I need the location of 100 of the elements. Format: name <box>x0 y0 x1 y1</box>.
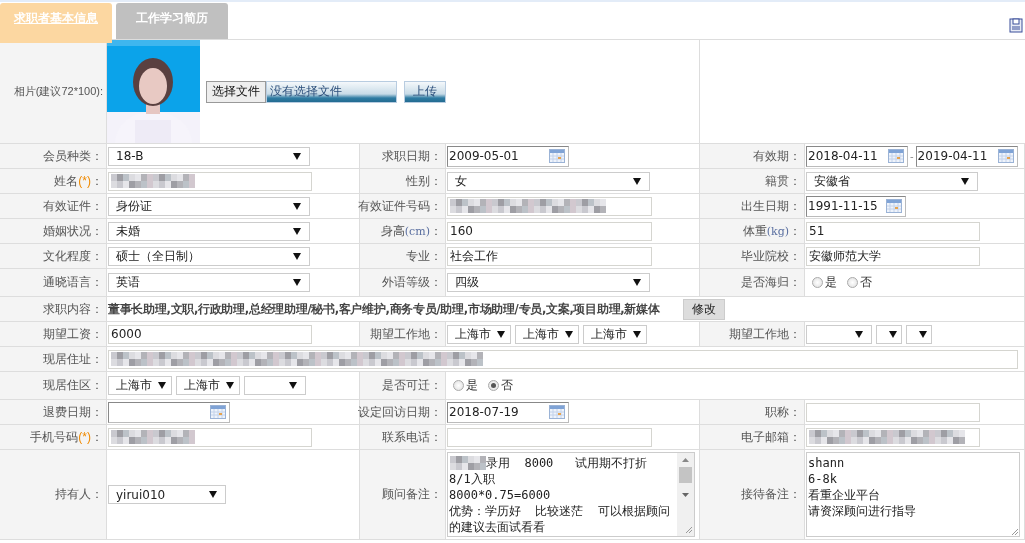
dropdown[interactable]: 上海市 <box>176 376 240 395</box>
dropdown[interactable]: 18-B <box>108 146 310 166</box>
caret-icon <box>293 252 301 260</box>
field-label: 是否可迁： <box>382 377 443 394</box>
input-field[interactable]: 安徽师范大学 <box>806 246 980 266</box>
field-label: 求职日期： <box>382 147 443 165</box>
caret-icon <box>961 177 969 185</box>
dropdown[interactable] <box>876 324 902 344</box>
scrollbar[interactable] <box>677 453 694 536</box>
field-label: 有效证件号码： <box>358 197 443 215</box>
radio-option[interactable]: 是 <box>453 377 478 394</box>
field-label: 有效期： <box>753 147 802 165</box>
field-label: 期望工作地： <box>370 325 443 343</box>
field-label: 相片(建议72*100): <box>13 84 104 99</box>
calendar-icon[interactable] <box>997 149 1014 163</box>
input-field[interactable]: 160 <box>447 221 652 241</box>
field-label: 文化程度： <box>43 247 104 265</box>
field-label: 出生日期： <box>741 197 802 215</box>
calendar-icon[interactable] <box>210 405 226 419</box>
field-label: 体重(kg)： <box>742 222 802 240</box>
date-field[interactable]: 2009-05-01 <box>447 145 569 167</box>
dropdown[interactable]: 上海市 <box>515 324 579 344</box>
field-label: 期望工资： <box>43 325 104 343</box>
field-label: 设定回访日期： <box>358 403 443 421</box>
input-field[interactable] <box>108 427 312 447</box>
input-field[interactable] <box>806 402 980 422</box>
input-field[interactable] <box>108 171 312 191</box>
date-field[interactable] <box>108 401 230 423</box>
resize-handle-icon[interactable] <box>1012 529 1018 535</box>
field-label: 会员种类： <box>43 147 104 165</box>
field-label: 现居住址： <box>43 350 104 368</box>
text-line: 优势：学历好 比较迷茫 可以根据顾问的建议去面试看看 <box>449 503 671 535</box>
text-line: 6-8k <box>808 471 838 487</box>
text-line: 8000*0.75=6000 <box>449 487 552 503</box>
input-field[interactable]: 社会工作 <box>447 246 652 266</box>
dropdown[interactable] <box>906 324 932 344</box>
dropdown[interactable]: 英语 <box>108 273 310 292</box>
field-label: 期望工作地： <box>729 325 802 343</box>
caret-icon <box>293 227 301 235</box>
caret-icon <box>889 330 897 338</box>
field-label: 求职内容： <box>43 300 104 318</box>
dropdown[interactable]: 上海市 <box>583 324 647 344</box>
radio-option[interactable]: 是 <box>812 274 837 291</box>
text-line: 8/1入职 <box>449 471 496 487</box>
save-icon[interactable] <box>1009 18 1023 33</box>
caret-icon <box>226 382 234 389</box>
text-area[interactable]: 录用 8000 试用期不打折 8/1入职 8000*0.75=6000 优势：学历好 比较迷茫 可以根据顾问的建议去面试看看 <box>447 452 695 537</box>
edit-button[interactable]: 修改 <box>683 298 726 320</box>
field-label: 是否海归： <box>741 274 802 291</box>
input-field[interactable]: 51 <box>806 221 980 241</box>
field-label: 职称： <box>765 403 802 421</box>
caret-icon <box>293 152 301 160</box>
dropdown[interactable]: 安徽省 <box>806 171 978 191</box>
field-label: 婚姻状况： <box>43 222 104 240</box>
caret-icon <box>289 382 297 389</box>
field-label: 专业： <box>406 247 443 265</box>
caret-icon <box>209 491 217 498</box>
input-field[interactable] <box>447 196 652 216</box>
field-label: 姓名(*)： <box>54 172 104 190</box>
field-label: 退费日期： <box>43 403 104 421</box>
date-separator: - <box>910 150 914 162</box>
field-label: 籍贯： <box>765 172 802 190</box>
dropdown[interactable]: 未婚 <box>108 221 310 241</box>
choose-file-button[interactable]: 选择文件 <box>206 80 266 103</box>
dropdown[interactable]: 四级 <box>447 273 650 292</box>
field-label: 现居住区： <box>43 377 104 394</box>
calendar-icon[interactable] <box>549 149 565 163</box>
dropdown[interactable]: 女 <box>447 171 650 191</box>
field-label: 电子邮箱： <box>741 428 802 446</box>
field-label: 手机号码(*)： <box>30 428 104 446</box>
dropdown[interactable]: 身份证 <box>108 196 310 216</box>
text-line: 录用 8000 试用期不打折 <box>485 455 649 471</box>
text-area[interactable]: shann 6-8k 看重企业平台 请资深顾问进行指导 <box>806 452 1020 537</box>
date-field[interactable]: 2018-07-19 <box>447 401 569 423</box>
field-label: 通晓语言： <box>43 274 104 291</box>
job-intent-text: 董事长助理,文职,行政助理,总经理助理/秘书,客户维护,商务专员/助理,市场助理/专员,文案,项目助理,新媒体 <box>108 301 660 317</box>
input-field[interactable] <box>447 427 652 447</box>
upload-button[interactable]: 上传 <box>404 80 446 103</box>
dropdown[interactable]: yirui010 <box>108 485 226 504</box>
input-field[interactable] <box>806 427 980 447</box>
date-field[interactable]: 2019-04-11 <box>915 145 1018 167</box>
date-field[interactable]: 2018-04-11 <box>806 145 908 167</box>
radio-option[interactable]: 否 <box>488 377 513 394</box>
calendar-icon[interactable] <box>888 149 904 163</box>
field-label: 毕业院校： <box>741 247 802 265</box>
dropdown[interactable] <box>244 376 306 395</box>
input-field[interactable] <box>108 349 1018 369</box>
radio-option[interactable]: 否 <box>847 274 872 291</box>
file-status: 没有选择文件 <box>266 80 397 103</box>
dropdown[interactable]: 上海市 <box>447 324 511 344</box>
caret-icon <box>633 330 641 338</box>
calendar-icon[interactable] <box>886 199 902 213</box>
calendar-icon[interactable] <box>549 405 565 419</box>
dropdown[interactable]: 上海市 <box>108 376 172 395</box>
dropdown[interactable]: 硕士（全日制） <box>108 246 310 266</box>
date-field[interactable]: 1991-11-15 <box>806 195 906 217</box>
field-label: 持有人： <box>55 486 104 503</box>
caret-icon <box>919 330 927 338</box>
caret-icon <box>633 279 641 286</box>
input-field[interactable]: 6000 <box>108 324 312 344</box>
